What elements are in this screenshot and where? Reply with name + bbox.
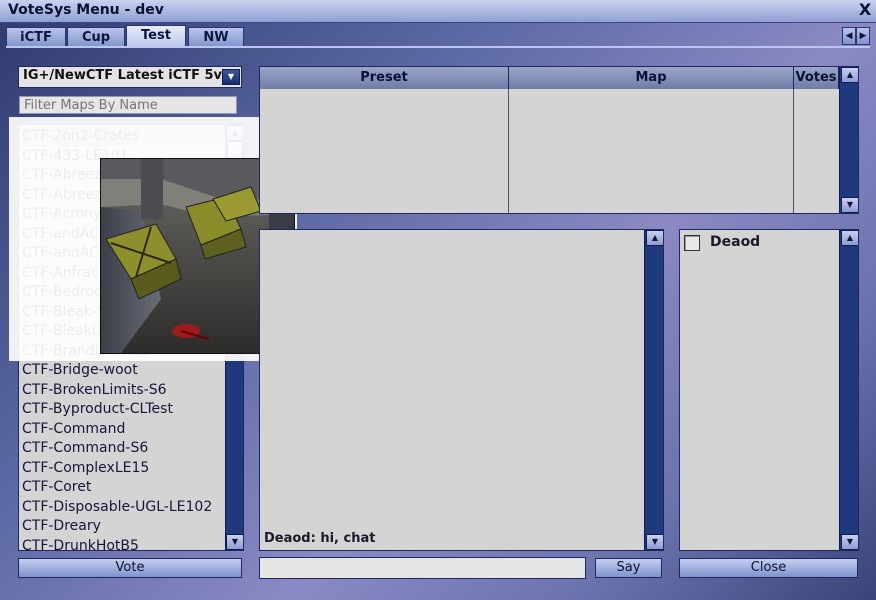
player-row[interactable]: Deaod	[684, 234, 834, 252]
scroll-up-icon[interactable]: ▲	[841, 67, 858, 83]
chat-lines: Deaod: hi, chat	[264, 530, 644, 548]
say-button[interactable]: Say	[595, 558, 662, 578]
vote-button[interactable]: Vote	[18, 558, 242, 578]
map-list-item[interactable]: CTF-Command	[19, 420, 225, 440]
column-divider	[793, 89, 794, 213]
close-window-icon[interactable]: X	[856, 1, 874, 19]
map-list-item[interactable]: CTF-DrunkHotB5	[19, 537, 225, 551]
preset-combo[interactable]: IG+/NewCTF Latest iCTF 5v5 ▼	[18, 66, 242, 88]
chat-line: Deaod: hi, chat	[264, 531, 376, 546]
scroll-down-icon[interactable]: ▼	[841, 534, 858, 550]
map-list-item[interactable]: CTF-Dreary	[19, 517, 225, 537]
player-list[interactable]: Deaod ▲ ▼	[679, 229, 859, 551]
title-bar[interactable]: VoteSys Menu - dev X	[0, 0, 876, 23]
tab-test[interactable]: Test	[126, 25, 186, 48]
scroll-up-icon[interactable]: ▲	[841, 230, 858, 246]
map-list-item[interactable]: CTF-Byproduct-CLTest	[19, 400, 225, 420]
tab-strip-divider	[6, 46, 870, 48]
column-preset[interactable]: Preset	[260, 67, 509, 89]
chevron-down-icon[interactable]: ▼	[222, 69, 240, 85]
map-list-item[interactable]: CTF-Bridge-woot	[19, 361, 225, 381]
preset-combo-value: IG+/NewCTF Latest iCTF 5v5	[23, 68, 232, 83]
filter-maps-input[interactable]	[19, 96, 237, 114]
preset-table[interactable]: Preset Map Votes ▲ ▼	[259, 66, 859, 214]
close-button[interactable]: Close	[679, 558, 858, 578]
preset-table-scrollbar[interactable]: ▲ ▼	[839, 67, 858, 213]
tab-nw[interactable]: NW	[188, 27, 244, 48]
map-list-item[interactable]: CTF-ComplexLE15	[19, 459, 225, 479]
votesys-window: VoteSys Menu - dev X iCTF Cup Test NW ◀ …	[0, 0, 876, 600]
tab-cup[interactable]: Cup	[67, 27, 125, 48]
window-title: VoteSys Menu - dev	[8, 2, 164, 18]
chat-log[interactable]: Deaod: hi, chat ▲ ▼	[259, 229, 664, 551]
column-votes[interactable]: Votes	[794, 67, 839, 89]
map-list-item[interactable]: CTF-BrokenLimits-S6	[19, 381, 225, 401]
map-list-item[interactable]: CTF-Disposable-UGL-LE102	[19, 498, 225, 518]
scroll-down-icon[interactable]: ▼	[841, 197, 858, 213]
scroll-up-icon[interactable]: ▲	[646, 230, 663, 246]
chat-scrollbar[interactable]: ▲ ▼	[644, 230, 663, 550]
tab-scroll-left-icon[interactable]: ◀	[842, 27, 856, 45]
scroll-down-icon[interactable]: ▼	[646, 534, 663, 550]
scroll-down-icon[interactable]: ▼	[226, 534, 243, 550]
player-checkbox[interactable]	[684, 235, 700, 251]
tab-scroll-right-icon[interactable]: ▶	[856, 27, 870, 45]
tab-ictf[interactable]: iCTF	[6, 27, 66, 48]
player-list-scrollbar[interactable]: ▲ ▼	[839, 230, 858, 550]
player-name: Deaod	[710, 234, 761, 250]
map-list-item[interactable]: CTF-Command-S6	[19, 439, 225, 459]
column-map[interactable]: Map	[509, 67, 794, 89]
chat-input[interactable]	[259, 557, 586, 579]
map-list-item[interactable]: CTF-Coret	[19, 478, 225, 498]
column-divider	[508, 89, 509, 213]
